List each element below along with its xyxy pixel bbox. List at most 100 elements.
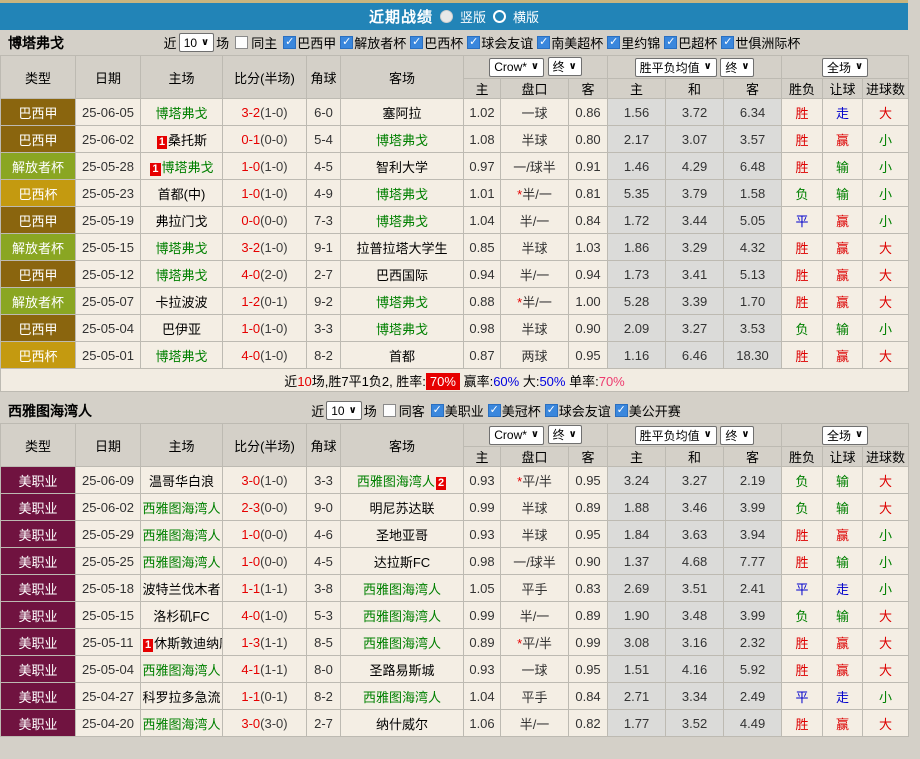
avg-odds-select[interactable]: 胜平负均值 ∨ <box>634 57 717 77</box>
odds-company-select[interactable]: Crow* ∨ <box>489 425 545 445</box>
chevron-down-icon: ∨ <box>703 429 712 440</box>
sub-header-avg-away: 客 <box>723 446 783 467</box>
home-team-name[interactable]: 西雅图海湾人 <box>142 528 220 543</box>
home-team-name[interactable]: 科罗拉多急流 <box>142 690 220 705</box>
league-filter-label[interactable]: 美冠杯 <box>502 401 541 420</box>
away-team-name[interactable]: 西雅图海湾人 <box>357 474 435 489</box>
horizontal-layout-label[interactable]: 横版 <box>513 7 539 26</box>
odds-time-select[interactable]: 终 ∨ <box>547 425 582 445</box>
home-team-name[interactable]: 西雅图海湾人 <box>142 663 220 678</box>
avg-odds-select[interactable]: 胜平负均值 ∨ <box>634 425 717 445</box>
league-filter-label[interactable]: 南美超杯 <box>551 33 603 52</box>
home-team-name[interactable]: 弗拉门戈 <box>155 214 207 229</box>
home-team-name[interactable]: 博塔弗戈 <box>155 268 207 283</box>
league-filter-checkbox[interactable]: ✓ <box>410 36 424 49</box>
corner-count: 4-9 <box>306 179 341 207</box>
league-filter-label[interactable]: 美公开赛 <box>629 401 681 420</box>
league-filter-label[interactable]: 巴超杯 <box>678 33 717 52</box>
avg-time-select[interactable]: 终 ∨ <box>720 425 755 445</box>
away-team-name[interactable]: 博塔弗戈 <box>376 214 428 229</box>
match-row: 美职业 25-05-04 西雅图海湾人 4-1(1-1) 8-0 圣路易斯城 0.93 一球 0… <box>0 655 910 683</box>
league-filter-label[interactable]: 球会友谊 <box>481 33 533 52</box>
league-filter-label[interactable]: 美职业 <box>445 401 484 420</box>
league-filter-label[interactable]: 解放者杯 <box>354 33 406 52</box>
away-team-name[interactable]: 首都 <box>389 349 415 364</box>
odds-time-select[interactable]: 终 ∨ <box>547 57 582 77</box>
same-side-label[interactable]: 同客 <box>399 401 425 420</box>
scope-select[interactable]: 全场 ∨ <box>821 425 869 445</box>
home-team-name[interactable]: 西雅图海湾人 <box>142 717 220 732</box>
away-team-name[interactable]: 西雅图海湾人 <box>363 690 441 705</box>
away-team-name[interactable]: 西雅图海湾人 <box>363 609 441 624</box>
away-team-name[interactable]: 博塔弗戈 <box>376 133 428 148</box>
col-header-home: 主场 <box>140 55 223 99</box>
away-team-name[interactable]: 西雅图海湾人 <box>363 636 441 651</box>
league-type-cell: 解放者杯 <box>0 152 76 180</box>
league-type-cell: 巴西甲 <box>0 260 76 288</box>
league-filter-label[interactable]: 世俱洲际杯 <box>735 33 800 52</box>
home-team-name[interactable]: 波特兰伐木者 <box>142 582 220 597</box>
home-team-name[interactable]: 洛杉矶FC <box>153 609 209 624</box>
match-count-select[interactable]: 10 ∨ <box>326 401 362 420</box>
home-team-name[interactable]: 博塔弗戈 <box>155 106 207 121</box>
league-filter-checkbox[interactable]: ✓ <box>430 404 444 417</box>
league-filter-checkbox[interactable]: ✓ <box>664 36 678 49</box>
league-filter-checkbox[interactable]: ✓ <box>544 404 558 417</box>
home-team-name[interactable]: 博塔弗戈 <box>155 349 207 364</box>
away-team-name[interactable]: 智利大学 <box>376 160 428 175</box>
league-filter-checkbox[interactable]: ✓ <box>340 36 354 49</box>
home-team-name[interactable]: 桑托斯 <box>168 133 207 148</box>
away-team-name[interactable]: 巴西国际 <box>376 268 428 283</box>
home-team-name[interactable]: 西雅图海湾人 <box>142 555 220 570</box>
scope-select[interactable]: 全场 ∨ <box>821 57 869 77</box>
odds-company-select[interactable]: Crow* ∨ <box>489 57 545 77</box>
away-team-name[interactable]: 拉普拉塔大学生 <box>356 241 447 256</box>
home-team-name[interactable]: 首都(中) <box>158 187 206 202</box>
away-team-name[interactable]: 博塔弗戈 <box>376 322 428 337</box>
away-team-name[interactable]: 西雅图海湾人 <box>363 582 441 597</box>
league-filter-checkbox[interactable]: ✓ <box>283 36 297 49</box>
away-odds-cell: 0.95 <box>567 341 609 369</box>
home-team-name[interactable]: 巴伊亚 <box>162 322 201 337</box>
league-filter-checkbox[interactable]: ✓ <box>607 36 621 49</box>
league-filter-label[interactable]: 里约锦 <box>621 33 660 52</box>
away-team-name[interactable]: 达拉斯FC <box>374 555 430 570</box>
league-filter-checkbox[interactable]: ✓ <box>721 36 735 49</box>
home-team-name[interactable]: 博塔弗戈 <box>162 160 214 175</box>
league-filter-label[interactable]: 巴西杯 <box>424 33 463 52</box>
away-team-name[interactable]: 博塔弗戈 <box>376 295 428 310</box>
goals-result-cell: 大 <box>862 493 910 521</box>
home-team-name[interactable]: 卡拉波波 <box>155 295 207 310</box>
league-filter-checkbox[interactable]: ✓ <box>467 36 481 49</box>
vertical-layout-radio[interactable] <box>439 10 453 23</box>
home-team-name[interactable]: 温哥华白浪 <box>149 474 214 489</box>
away-team-name[interactable]: 博塔弗戈 <box>376 187 428 202</box>
horizontal-layout-radio[interactable] <box>493 10 506 23</box>
same-side-label[interactable]: 同主 <box>251 33 277 52</box>
match-count-select[interactable]: 10 ∨ <box>178 33 215 52</box>
away-team-name[interactable]: 圣地亚哥 <box>376 528 428 543</box>
handicap-cell: *平/半 <box>500 628 569 656</box>
away-team-name[interactable]: 明尼苏达联 <box>369 501 434 516</box>
home-team-name[interactable]: 休斯敦迪纳摩 <box>154 636 221 651</box>
home-team-name[interactable]: 西雅图海湾人 <box>142 501 220 516</box>
league-filter-checkbox[interactable]: ✓ <box>537 36 551 49</box>
away-team-name[interactable]: 圣路易斯城 <box>369 663 434 678</box>
score-cell: 0-0(0-0) <box>222 206 307 234</box>
away-team-name[interactable]: 纳什威尔 <box>376 717 428 732</box>
sub-header-avg-home: 主 <box>607 78 667 99</box>
avg-time-select[interactable]: 终 ∨ <box>720 57 755 77</box>
away-team-name[interactable]: 塞阿拉 <box>382 106 421 121</box>
handicap-cell: 半球 <box>500 493 569 521</box>
avg-home-odds-cell: 1.37 <box>607 547 667 575</box>
avg-group-header: 胜平负均值 ∨ 终 ∨ <box>607 55 783 79</box>
same-side-checkbox[interactable] <box>382 404 396 417</box>
league-filter-checkbox[interactable]: ✓ <box>614 404 628 417</box>
halftime-score: (0-0) <box>260 131 288 147</box>
league-filter-checkbox[interactable]: ✓ <box>487 404 501 417</box>
home-team-name[interactable]: 博塔弗戈 <box>155 241 207 256</box>
league-filter-label[interactable]: 球会友谊 <box>559 401 611 420</box>
same-side-checkbox[interactable] <box>235 36 249 49</box>
league-filter-label[interactable]: 巴西甲 <box>297 33 336 52</box>
vertical-layout-label[interactable]: 竖版 <box>460 7 486 26</box>
